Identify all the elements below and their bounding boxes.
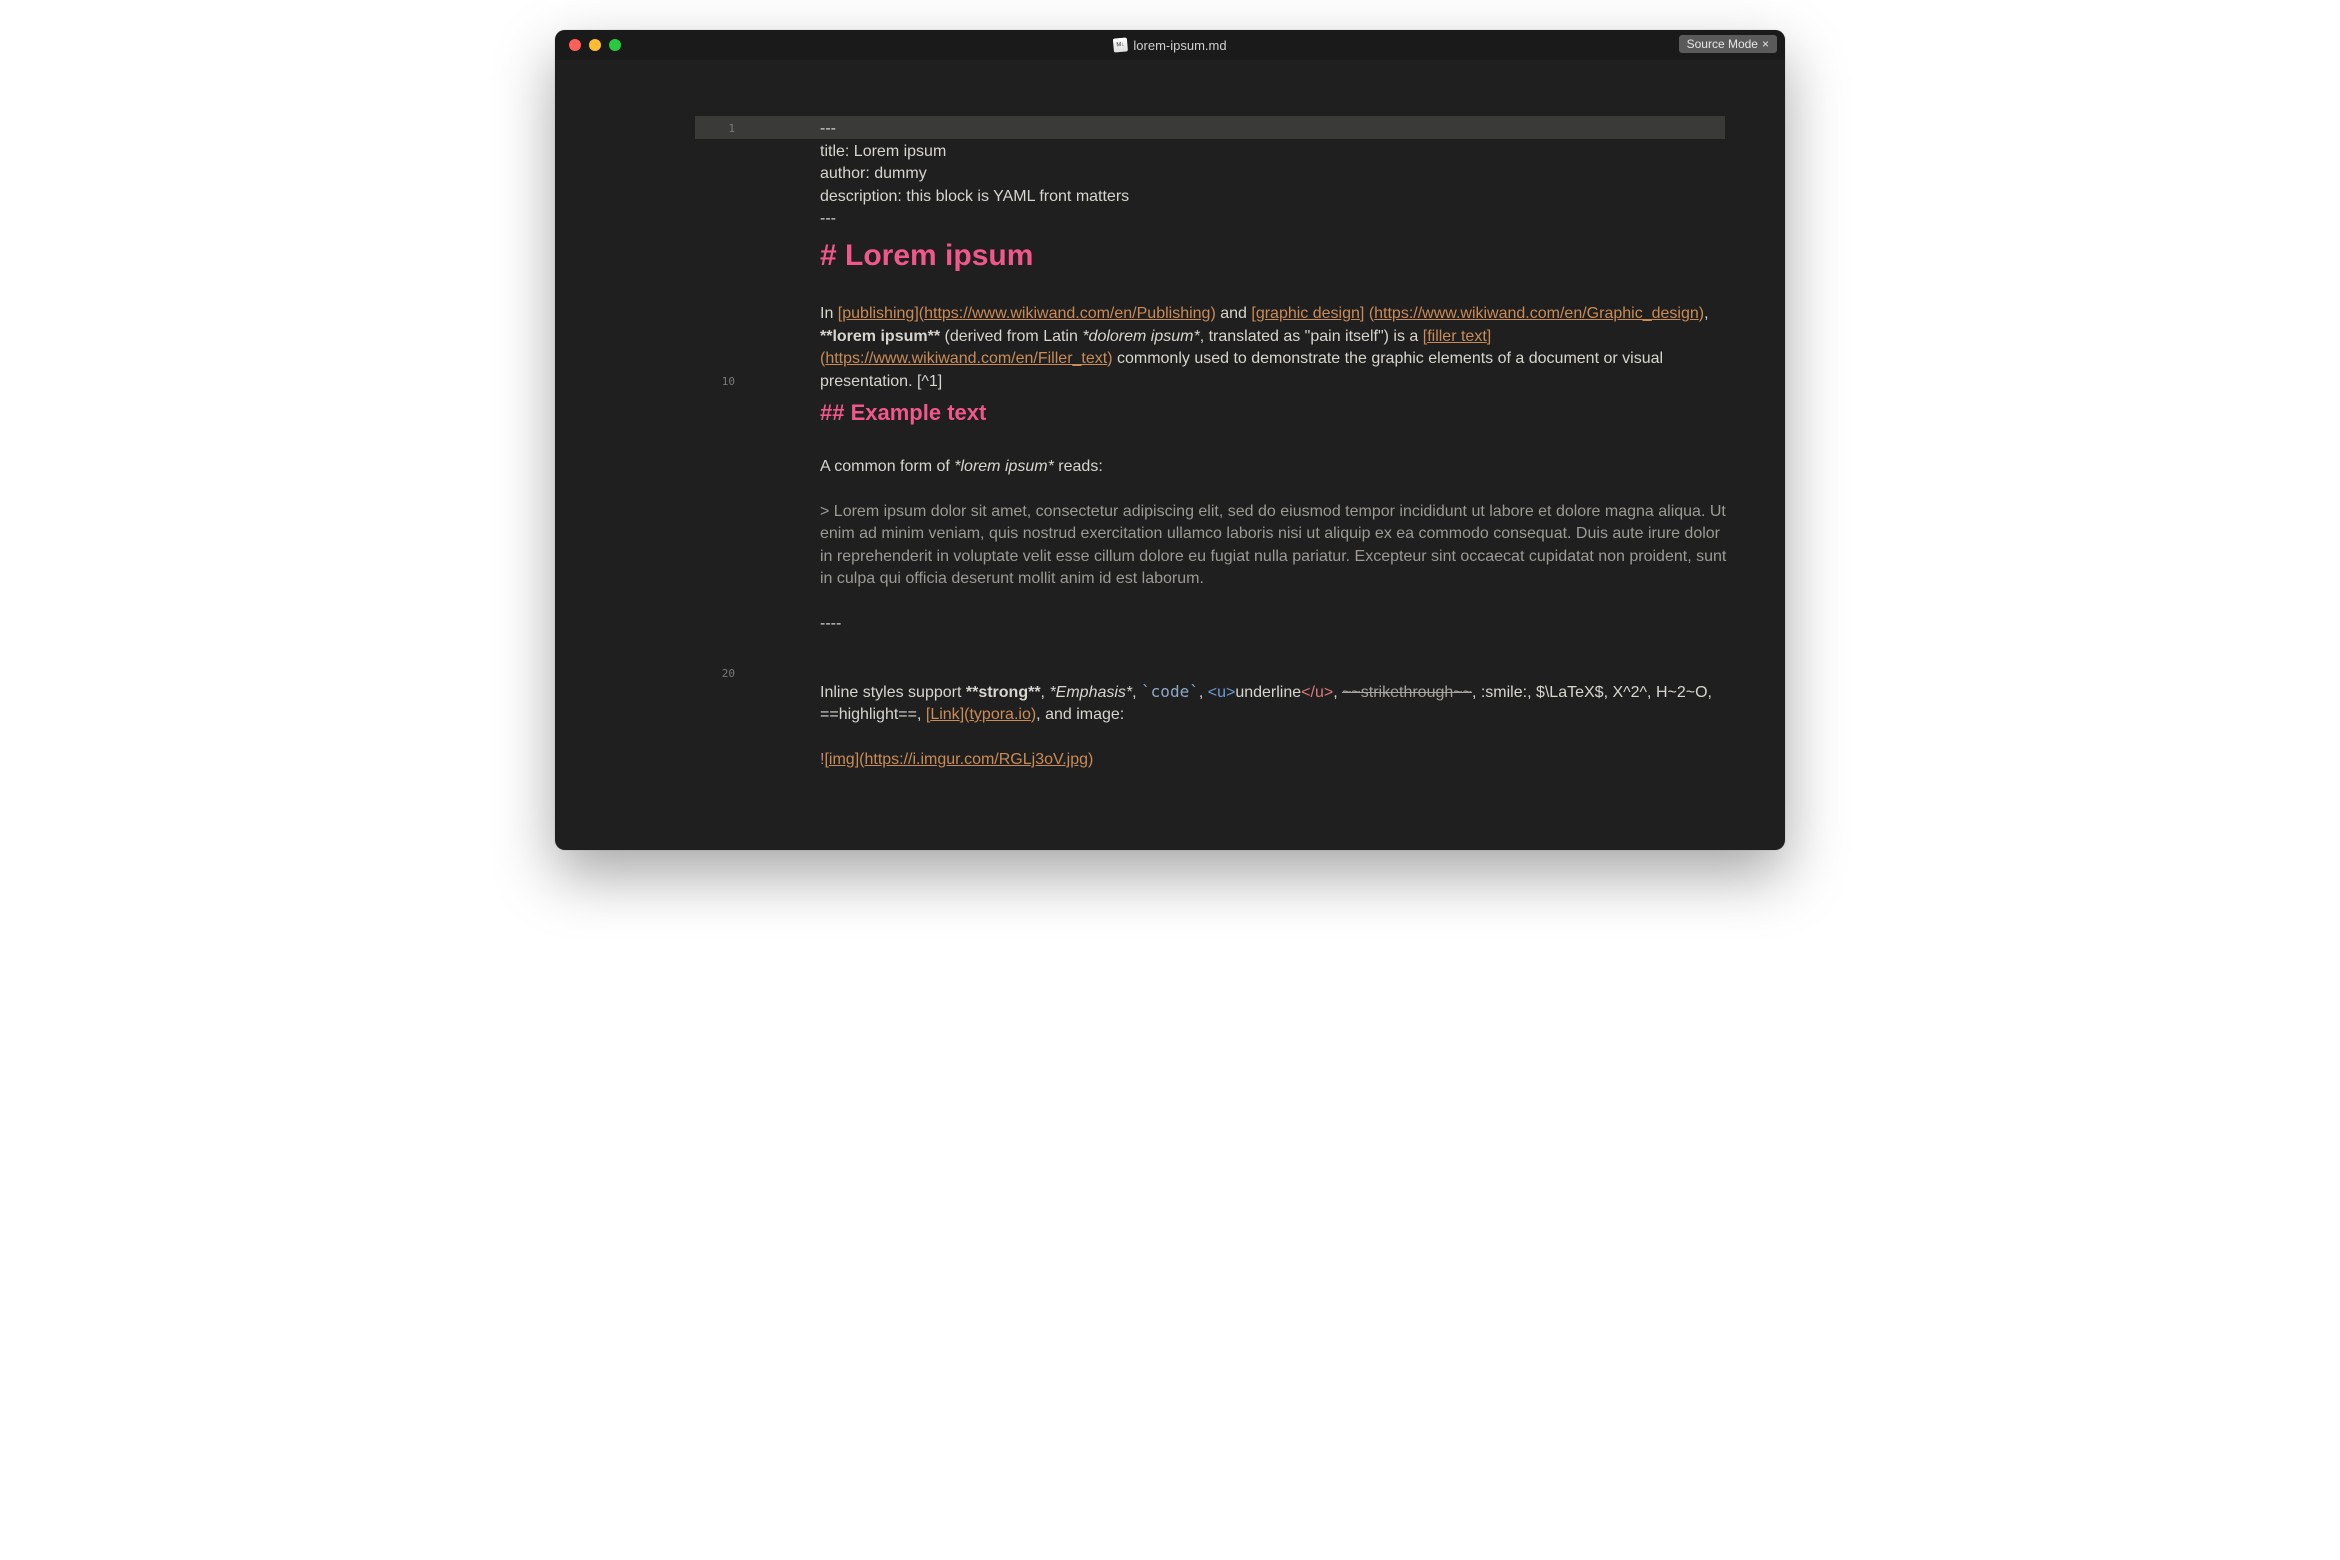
line-number: 10 (555, 371, 735, 394)
bold-text: **strong** (966, 684, 1041, 701)
paragraph[interactable]: In [publishing](https://www.wikiwand.com… (820, 303, 1735, 393)
editor-area[interactable]: 1 10 20 --- title: Lorem ipsum author: d… (555, 60, 1785, 850)
italic-text: *lorem ipsum* (954, 458, 1054, 475)
zoom-window-button[interactable] (609, 39, 621, 51)
window-title: M↓ lorem-ipsum.md (1113, 38, 1226, 53)
html-tag: <u> (1208, 684, 1236, 701)
frontmatter-line[interactable]: description: this block is YAML front ma… (820, 186, 1735, 209)
frontmatter-close[interactable]: --- (820, 208, 1735, 231)
paragraph[interactable]: A common form of *lorem ipsum* reads: (820, 456, 1735, 479)
minimize-window-button[interactable] (589, 39, 601, 51)
code-text: code (1151, 682, 1190, 701)
line-number: 1 (555, 118, 735, 141)
frontmatter-open[interactable]: --- (820, 118, 1735, 141)
link-url[interactable]: https://i.imgur.com/RGLj3oV.jpg (864, 751, 1088, 768)
image-link[interactable]: ![img](https://i.imgur.com/RGLj3oV.jpg) (820, 749, 1735, 772)
strikethrough-text: ~~strikethrough~~ (1342, 684, 1472, 701)
bold-text: **lorem ipsum** (820, 328, 940, 345)
source-mode-badge[interactable]: Source Mode × (1679, 35, 1777, 53)
italic-text: *dolorem ipsum* (1082, 328, 1199, 345)
link-text[interactable]: filler text (1427, 328, 1487, 345)
blockquote[interactable]: > Lorem ipsum dolor sit amet, consectetu… (820, 501, 1735, 591)
close-window-button[interactable] (569, 39, 581, 51)
horizontal-rule[interactable]: ---- (820, 613, 1735, 636)
close-icon[interactable]: × (1762, 37, 1769, 51)
link-url[interactable]: typora.io (969, 706, 1030, 723)
window-controls (555, 39, 621, 51)
heading-1[interactable]: # Lorem ipsum (820, 231, 1735, 281)
heading-2[interactable]: ## Example text (820, 393, 1735, 433)
link-text[interactable]: graphic design (1256, 305, 1360, 322)
line-number-gutter: 1 10 20 (555, 60, 745, 850)
link-url[interactable]: https://www.wikiwand.com/en/Graphic_desi… (1374, 305, 1699, 322)
link-url[interactable]: https://www.wikiwand.com/en/Filler_text (825, 350, 1107, 367)
frontmatter-line[interactable]: author: dummy (820, 163, 1735, 186)
html-tag: </u> (1301, 684, 1333, 701)
link-url[interactable]: https://www.wikiwand.com/en/Publishing (924, 305, 1210, 322)
mode-label: Source Mode (1687, 37, 1758, 51)
link-text[interactable]: publishing (842, 305, 914, 322)
line-number: 20 (555, 663, 735, 686)
filename-label: lorem-ipsum.md (1133, 38, 1226, 53)
source-content[interactable]: --- title: Lorem ipsum author: dummy des… (750, 60, 1735, 850)
titlebar: M↓ lorem-ipsum.md Source Mode × (555, 30, 1785, 60)
file-icon: M↓ (1113, 37, 1128, 52)
paragraph[interactable]: Inline styles support **strong**, *Empha… (820, 681, 1735, 727)
link-text[interactable]: Link (930, 706, 959, 723)
italic-text: *Emphasis* (1049, 684, 1132, 701)
frontmatter-line[interactable]: title: Lorem ipsum (820, 141, 1735, 164)
app-window: M↓ lorem-ipsum.md Source Mode × 1 10 20 … (555, 30, 1785, 850)
